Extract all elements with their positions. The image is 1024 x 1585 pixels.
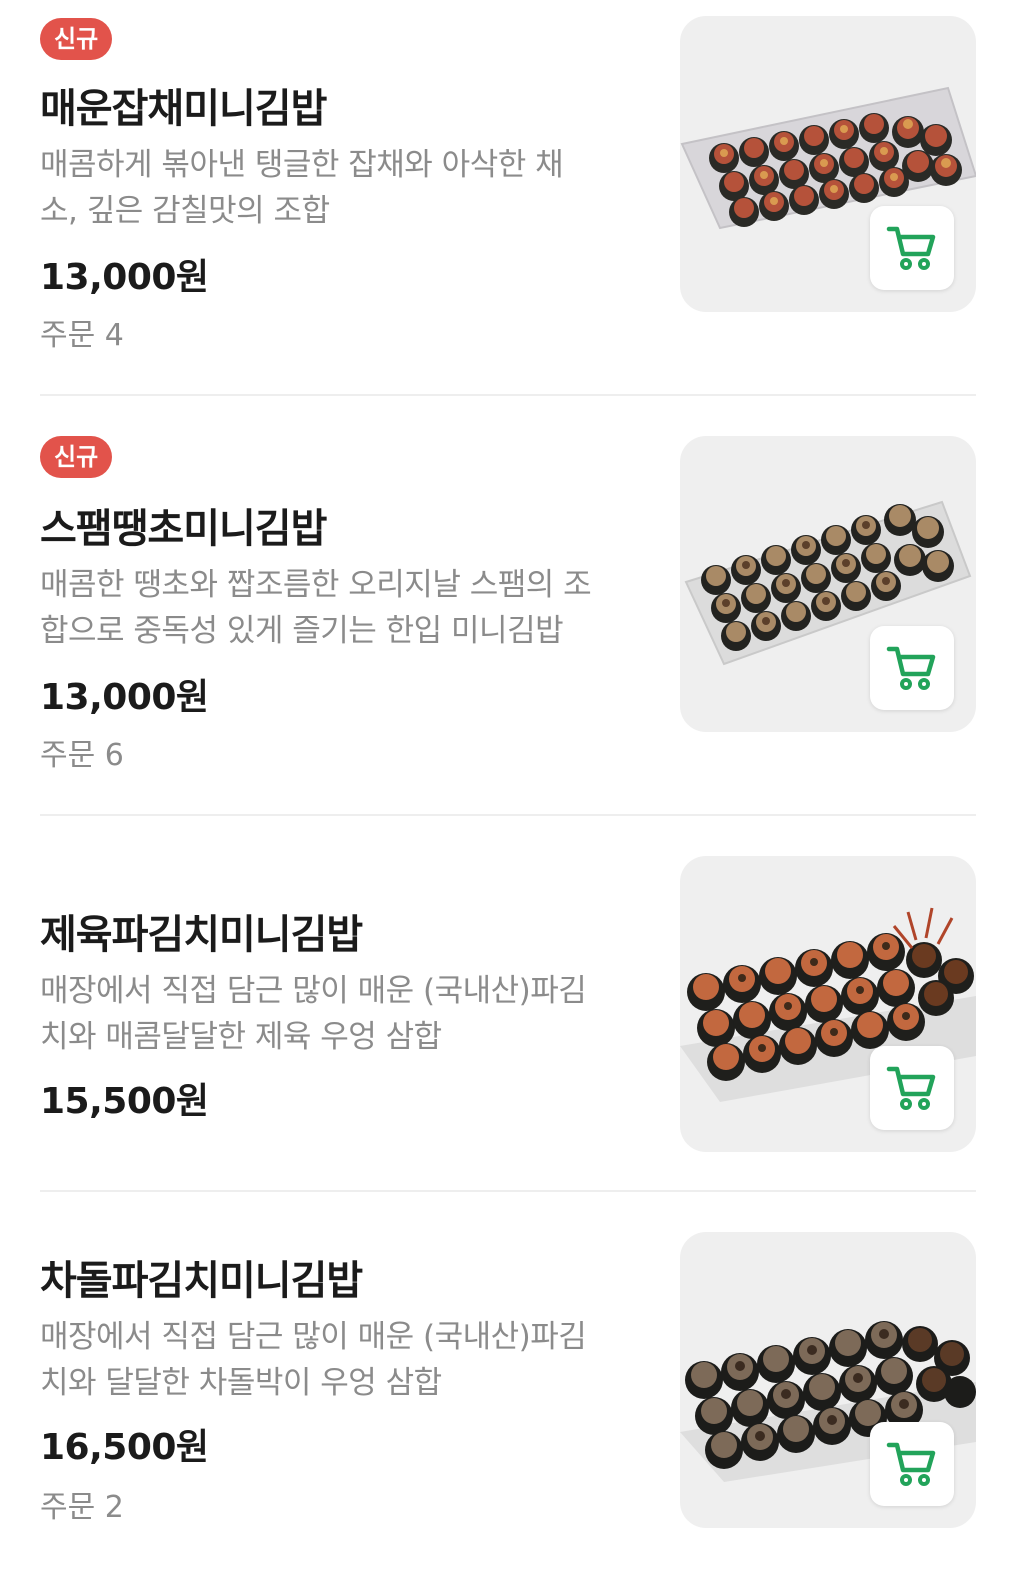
item-divider bbox=[40, 814, 976, 816]
cart-icon bbox=[886, 226, 936, 270]
menu-item[interactable]: 제육파김치미니김밥 매장에서 직접 담근 많이 매운 (국내산)파김 치와 매콤… bbox=[40, 854, 976, 1190]
cart-icon bbox=[886, 1066, 936, 1110]
description-line: 소, 깊은 감칠맛의 조합 bbox=[40, 193, 330, 229]
add-to-cart-button[interactable] bbox=[870, 626, 954, 710]
menu-item-description: 매장에서 직접 담근 많이 매운 (국내산)파김 치와 매콤달달한 제육 우엉 … bbox=[40, 968, 640, 1060]
item-divider bbox=[40, 394, 976, 396]
add-to-cart-button[interactable] bbox=[870, 1046, 954, 1130]
menu-item-name[interactable]: 매운잡채미니김밥 bbox=[40, 76, 327, 134]
description-line: 합으로 중독성 있게 즐기는 한입 미니김밥 bbox=[40, 613, 564, 649]
menu-item-description: 매장에서 직접 담근 많이 매운 (국내산)파김 치와 달달한 차돌박이 우엉 … bbox=[40, 1314, 640, 1406]
order-count: 주문 2 bbox=[40, 1490, 124, 1525]
item-divider bbox=[40, 1190, 976, 1192]
menu-item[interactable]: 신규 매운잡채미니김밥 매콤하게 볶아낸 탱글한 잡채와 아삭한 채 소, 깊은… bbox=[40, 14, 976, 394]
description-line: 매장에서 직접 담근 많이 매운 (국내산)파김 bbox=[40, 1319, 587, 1355]
menu-item-name[interactable]: 스팸땡초미니김밥 bbox=[40, 496, 327, 554]
menu-item-image[interactable] bbox=[680, 16, 976, 312]
menu-item-price: 15,500원 bbox=[40, 1081, 209, 1122]
description-line: 매콤한 땡초와 짭조름한 오리지날 스팸의 조 bbox=[40, 567, 592, 603]
add-to-cart-button[interactable] bbox=[870, 206, 954, 290]
menu-list: 신규 매운잡채미니김밥 매콤하게 볶아낸 탱글한 잡채와 아삭한 채 소, 깊은… bbox=[0, 0, 1024, 1585]
menu-item-price: 16,500원 bbox=[40, 1427, 209, 1468]
cart-icon bbox=[886, 1442, 936, 1486]
menu-item-price: 13,000원 bbox=[40, 677, 209, 718]
menu-item-description: 매콤하게 볶아낸 탱글한 잡채와 아삭한 채 소, 깊은 감칠맛의 조합 bbox=[40, 142, 640, 234]
order-count: 주문 6 bbox=[40, 738, 124, 773]
menu-item-name[interactable]: 차돌파김치미니김밥 bbox=[40, 1248, 363, 1306]
description-line: 매콤하게 볶아낸 탱글한 잡채와 아삭한 채 bbox=[40, 147, 564, 183]
menu-item[interactable]: 차돌파김치미니김밥 매장에서 직접 담근 많이 매운 (국내산)파김 치와 달달… bbox=[40, 1230, 976, 1585]
menu-item-image[interactable] bbox=[680, 856, 976, 1152]
menu-item-image[interactable] bbox=[680, 1232, 976, 1528]
description-line: 치와 매콤달달한 제육 우엉 삼합 bbox=[40, 1019, 442, 1055]
order-count: 주문 4 bbox=[40, 318, 124, 353]
menu-item-image[interactable] bbox=[680, 436, 976, 732]
menu-item-price: 13,000원 bbox=[40, 257, 209, 298]
description-line: 매장에서 직접 담근 많이 매운 (국내산)파김 bbox=[40, 973, 587, 1009]
new-badge: 신규 bbox=[40, 18, 113, 60]
new-badge: 신규 bbox=[40, 436, 113, 478]
cart-icon bbox=[886, 646, 936, 690]
add-to-cart-button[interactable] bbox=[870, 1422, 954, 1506]
menu-item[interactable]: 신규 스팸땡초미니김밥 매콤한 땡초와 짭조름한 오리지날 스팸의 조 합으로 … bbox=[40, 434, 976, 814]
description-line: 치와 달달한 차돌박이 우엉 삼합 bbox=[40, 1365, 442, 1401]
menu-item-name[interactable]: 제육파김치미니김밥 bbox=[40, 902, 363, 960]
menu-item-description: 매콤한 땡초와 짭조름한 오리지날 스팸의 조 합으로 중독성 있게 즐기는 한… bbox=[40, 562, 640, 654]
